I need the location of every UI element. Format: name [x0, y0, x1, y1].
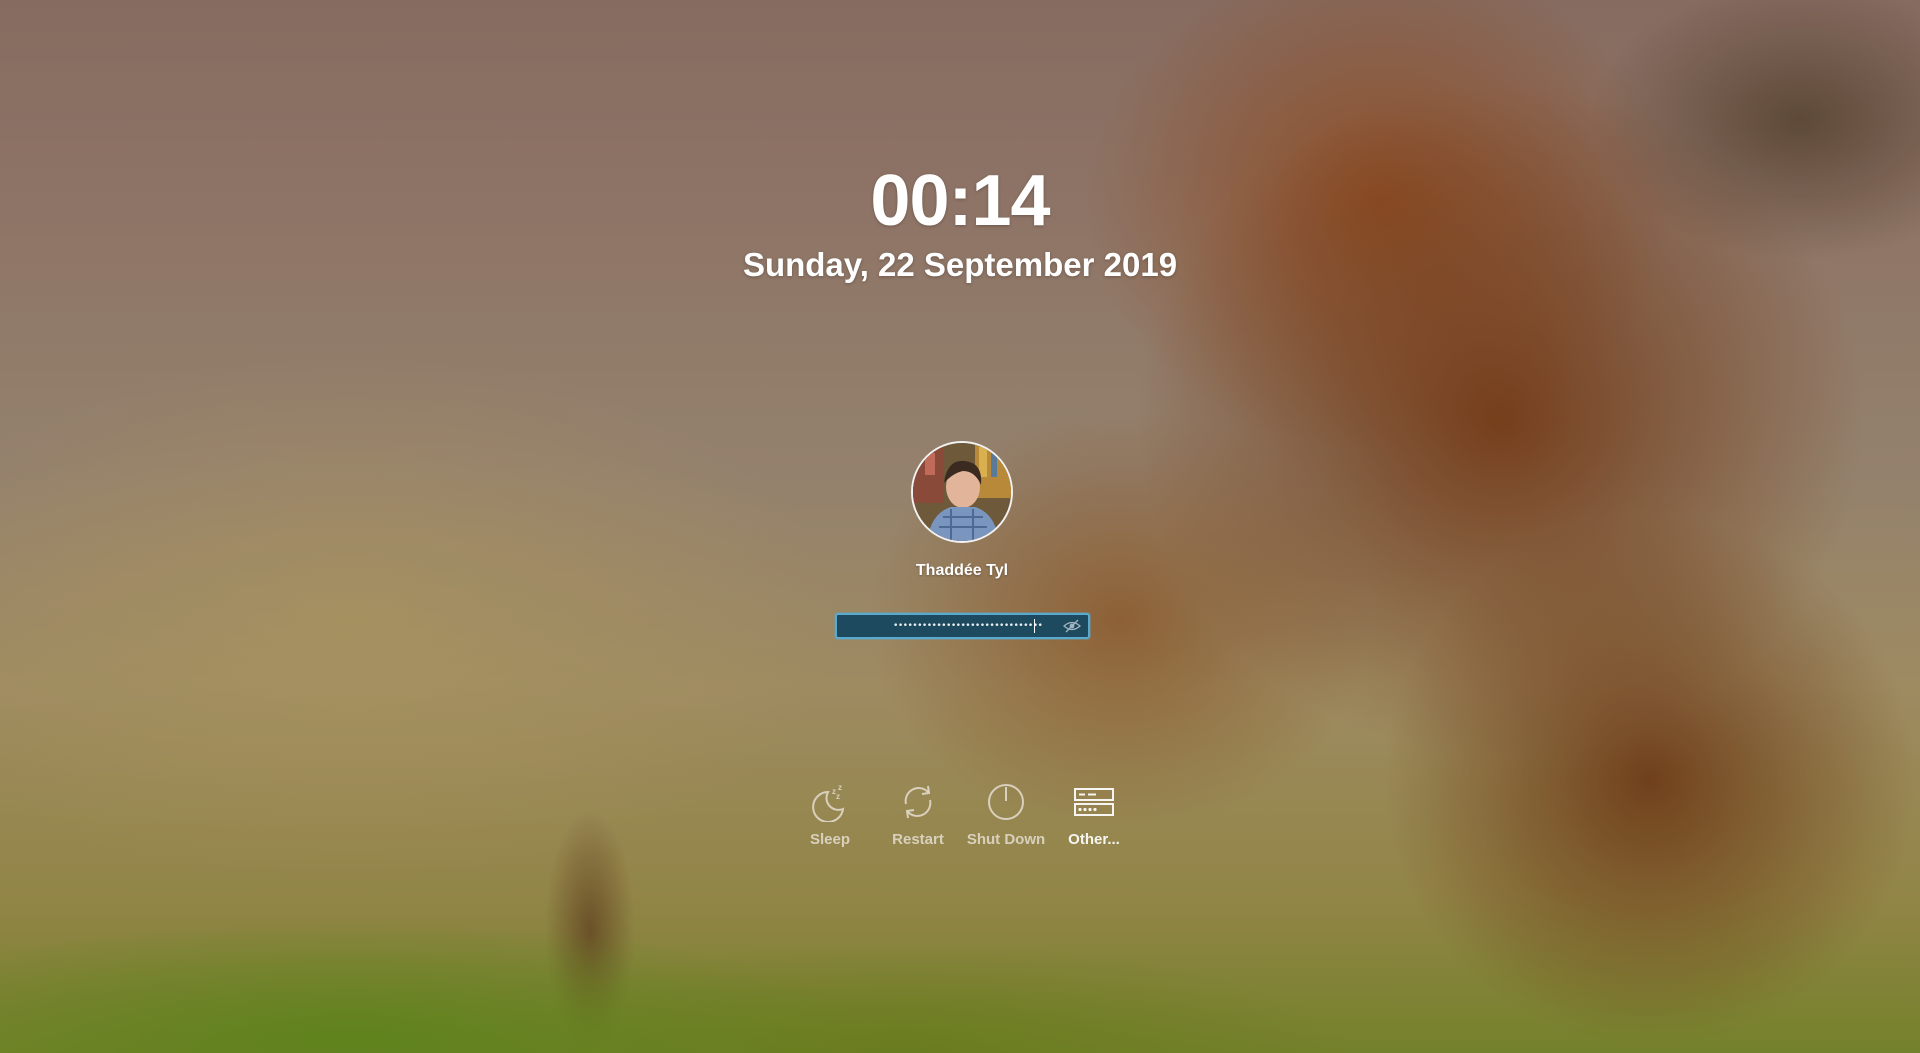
shut-down-button[interactable]: Shut Down — [961, 782, 1051, 849]
other-users-button[interactable]: Other... — [1049, 782, 1139, 849]
user-photo-image — [913, 443, 1011, 541]
lock-screen: 00:14 Sunday, 22 September 2019 Thaddée … — [0, 0, 1920, 1053]
avatar[interactable] — [911, 441, 1013, 543]
restart-button[interactable]: Restart — [873, 782, 963, 849]
power-actions: z z z Sleep Restart Shut Down Other... — [0, 782, 1920, 902]
restart-label: Restart — [892, 831, 944, 848]
sleep-icon: z z z — [812, 783, 845, 822]
shut-down-icon — [988, 784, 1024, 820]
username-label: Thaddée Tyl — [915, 562, 1009, 579]
svg-text:z: z — [836, 792, 840, 801]
password-masked-value: ••••••••••••••••••••••••••••••• — [893, 621, 1043, 631]
shut-down-label: Shut Down — [966, 831, 1046, 848]
sleep-label: Sleep — [809, 831, 851, 848]
eye-slash-icon[interactable] — [1062, 618, 1082, 634]
other-users-label: Other... — [1068, 831, 1120, 848]
password-field[interactable]: ••••••••••••••••••••••••••••••• — [835, 613, 1090, 639]
date-label: Sunday, 22 September 2019 — [742, 246, 1178, 283]
text-caret — [1034, 619, 1035, 633]
other-users-icon — [1074, 788, 1114, 816]
clock: 00:14 — [870, 161, 1050, 241]
sleep-button[interactable]: z z z Sleep — [785, 782, 875, 849]
svg-text:z: z — [838, 783, 842, 792]
restart-icon — [904, 785, 932, 819]
